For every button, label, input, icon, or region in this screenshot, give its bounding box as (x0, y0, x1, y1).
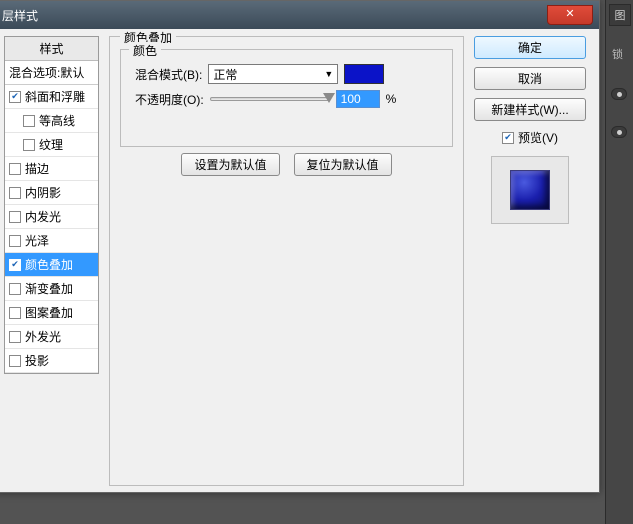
style-label: 渐变叠加 (25, 280, 73, 297)
ok-button[interactable]: 确定 (474, 36, 586, 59)
style-checkbox[interactable] (9, 211, 21, 223)
blend-mode-label: 混合模式(B): (135, 66, 202, 83)
style-checkbox[interactable] (9, 187, 21, 199)
eye-icon[interactable] (611, 88, 627, 100)
lock-label: 锁 (612, 46, 623, 62)
style-checkbox[interactable] (9, 91, 21, 103)
style-checkbox[interactable] (9, 307, 21, 319)
dialog-title: 层样式 (2, 7, 38, 24)
opacity-slider[interactable] (210, 97, 330, 101)
style-label: 颜色叠加 (25, 256, 73, 273)
slider-thumb-icon[interactable] (323, 93, 335, 103)
chevron-down-icon: ▼ (324, 69, 333, 79)
blend-mode-value: 正常 (213, 66, 237, 83)
right-column: 确定 取消 新建样式(W)... 预览(V) (474, 36, 586, 224)
style-label: 图案叠加 (25, 304, 73, 321)
preview-swatch (510, 170, 550, 210)
preview-label: 预览(V) (518, 129, 558, 146)
set-default-button[interactable]: 设置为默认值 (181, 153, 279, 176)
layer-style-dialog: 层样式 ✕ 样式 混合选项:默认 斜面和浮雕等高线纹理描边内阴影内发光光泽颜色叠… (0, 0, 600, 493)
style-label: 等高线 (39, 112, 75, 129)
preview-checkbox[interactable] (502, 132, 514, 144)
style-row-3[interactable]: 描边 (5, 157, 98, 181)
style-row-4[interactable]: 内阴影 (5, 181, 98, 205)
style-row-7[interactable]: 颜色叠加 (5, 253, 98, 277)
style-label: 描边 (25, 160, 49, 177)
style-label: 光泽 (25, 232, 49, 249)
style-checkbox[interactable] (9, 283, 21, 295)
style-label: 斜面和浮雕 (25, 88, 85, 105)
style-checkbox[interactable] (9, 235, 21, 247)
blend-options-default[interactable]: 混合选项:默认 (5, 61, 98, 85)
style-checkbox[interactable] (9, 259, 21, 271)
style-checkbox[interactable] (23, 115, 35, 127)
preview-checkbox-row[interactable]: 预览(V) (474, 129, 586, 146)
style-row-9[interactable]: 图案叠加 (5, 301, 98, 325)
cancel-button[interactable]: 取消 (474, 67, 586, 90)
panels-strip: 图 锁 (605, 0, 633, 524)
opacity-label: 不透明度(O): (135, 91, 204, 108)
close-button[interactable]: ✕ (547, 5, 593, 25)
blend-mode-select[interactable]: 正常 ▼ (208, 64, 338, 84)
close-icon: ✕ (565, 8, 574, 20)
style-label: 内阴影 (25, 184, 61, 201)
styles-header[interactable]: 样式 (5, 37, 98, 61)
style-row-8[interactable]: 渐变叠加 (5, 277, 98, 301)
default-buttons-row: 设置为默认值 复位为默认值 (110, 153, 463, 176)
style-row-5[interactable]: 内发光 (5, 205, 98, 229)
color-swatch[interactable] (344, 64, 384, 84)
reset-default-button[interactable]: 复位为默认值 (294, 153, 392, 176)
style-row-10[interactable]: 外发光 (5, 325, 98, 349)
opacity-unit: % (386, 92, 397, 106)
style-row-0[interactable]: 斜面和浮雕 (5, 85, 98, 109)
style-label: 内发光 (25, 208, 61, 225)
style-checkbox[interactable] (23, 139, 35, 151)
style-checkbox[interactable] (9, 331, 21, 343)
opacity-row: 不透明度(O): % (135, 90, 452, 108)
subgroup-title: 颜色 (129, 42, 161, 59)
style-row-1[interactable]: 等高线 (5, 109, 98, 133)
style-row-11[interactable]: 投影 (5, 349, 98, 373)
style-checkbox[interactable] (9, 163, 21, 175)
style-label: 纹理 (39, 136, 63, 153)
titlebar[interactable]: 层样式 ✕ (0, 1, 599, 29)
new-style-button[interactable]: 新建样式(W)... (474, 98, 586, 121)
style-row-2[interactable]: 纹理 (5, 133, 98, 157)
effect-settings-group: 颜色叠加 颜色 混合模式(B): 正常 ▼ 不透明度(O): (109, 36, 464, 486)
panel-tab[interactable]: 图 (609, 4, 631, 26)
preview-box (491, 156, 569, 224)
dialog-content: 样式 混合选项:默认 斜面和浮雕等高线纹理描边内阴影内发光光泽颜色叠加渐变叠加图… (4, 36, 591, 484)
style-label: 外发光 (25, 328, 61, 345)
blend-mode-row: 混合模式(B): 正常 ▼ (135, 64, 452, 84)
eye-icon[interactable] (611, 126, 627, 138)
style-checkbox[interactable] (9, 355, 21, 367)
style-row-6[interactable]: 光泽 (5, 229, 98, 253)
styles-list: 样式 混合选项:默认 斜面和浮雕等高线纹理描边内阴影内发光光泽颜色叠加渐变叠加图… (4, 36, 99, 374)
opacity-input[interactable] (336, 90, 380, 108)
color-subgroup: 颜色 混合模式(B): 正常 ▼ 不透明度(O): % (120, 49, 453, 147)
style-label: 投影 (25, 352, 49, 369)
